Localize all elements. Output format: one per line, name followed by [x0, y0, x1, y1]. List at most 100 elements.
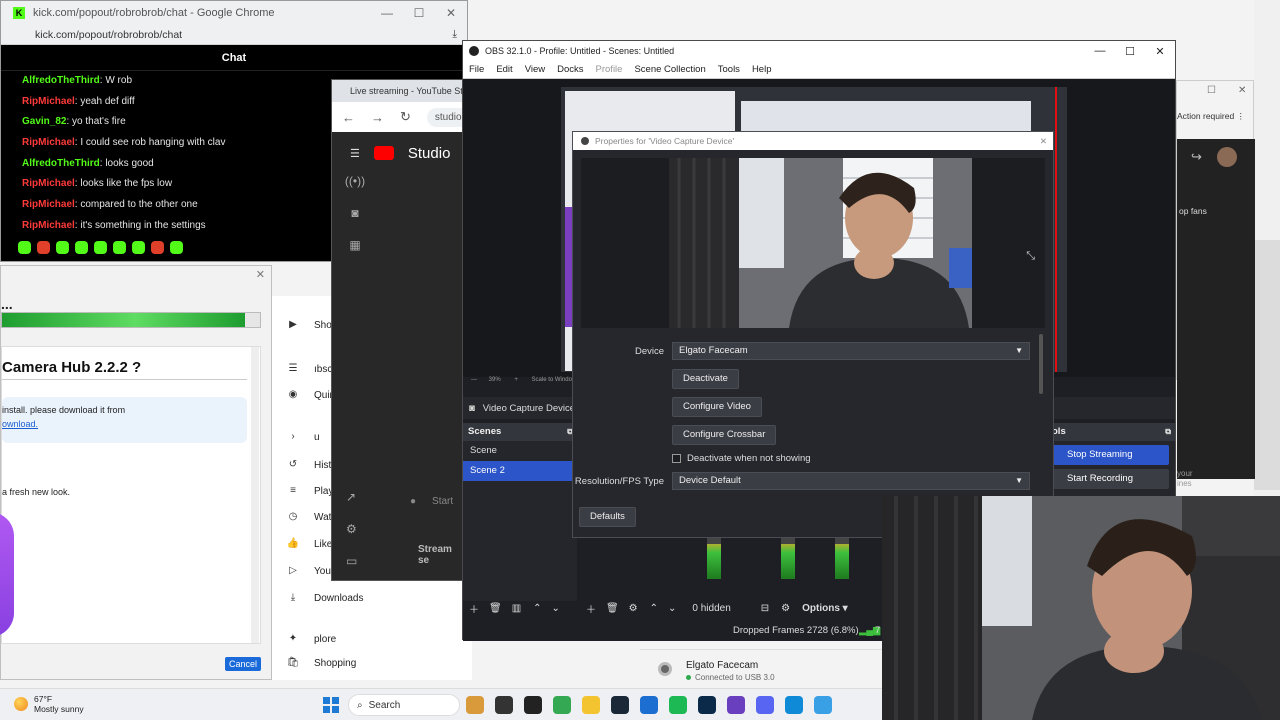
menu-item-edit[interactable]: Edit — [496, 64, 512, 75]
kick-address-bar[interactable]: kick.com/popout/robrobrob/chat ⤓ — [1, 25, 467, 45]
share-icon[interactable]: ↗ — [346, 490, 356, 504]
menu-item-tools[interactable]: Tools — [718, 64, 740, 75]
scene-item[interactable]: Scene — [463, 441, 577, 461]
app-grid-icon[interactable] — [727, 696, 745, 714]
photos-icon[interactable] — [814, 696, 832, 714]
move-up-icon[interactable]: ⌃ — [650, 603, 658, 614]
download-icon[interactable]: ⤓ — [452, 28, 457, 41]
move-up-icon[interactable]: ⌃ — [533, 603, 541, 614]
obs-icon[interactable] — [524, 696, 542, 714]
menu-item[interactable]: ↺ Histo — [286, 458, 337, 472]
menu-item[interactable]: ▶ Shor — [286, 318, 335, 332]
menu-item-docks[interactable]: Docks — [557, 64, 583, 75]
edge-dev-icon[interactable] — [640, 696, 658, 714]
close-button[interactable]: ✕ — [435, 6, 467, 20]
emote-icon[interactable] — [56, 240, 69, 254]
menu-item[interactable]: ▷ You — [286, 564, 331, 578]
feedback-icon[interactable]: ▭ — [346, 554, 357, 568]
checkbox[interactable] — [672, 454, 681, 463]
zoom-out-icon[interactable]: — — [471, 377, 477, 383]
folder-icon[interactable] — [582, 696, 600, 714]
emote-icon[interactable] — [113, 240, 126, 254]
emote-icon[interactable] — [37, 240, 50, 254]
chat-username[interactable]: AlfredoTheThird — [22, 158, 100, 169]
add-source-icon[interactable]: ＋ — [586, 601, 596, 616]
taskbar-search[interactable]: ⌕ Search — [348, 694, 460, 716]
menu-item-profile[interactable]: Profile — [596, 64, 623, 75]
chat-username[interactable]: AlfredoTheThird — [22, 75, 100, 86]
forward-icon[interactable]: → — [371, 110, 384, 125]
weather-widget[interactable]: 67°F Mostly sunny — [14, 694, 84, 714]
emote-icon[interactable] — [94, 240, 107, 254]
menu-item-view[interactable]: View — [525, 64, 545, 75]
chat-username[interactable]: RipMichael — [22, 220, 75, 231]
properties-scrollbar[interactable] — [1039, 334, 1043, 394]
resolution-select[interactable]: Device Default ▼ — [672, 472, 1030, 490]
deactivate-button[interactable]: Deactivate — [672, 369, 739, 389]
zoom-level[interactable]: 39% — [489, 377, 501, 383]
steam-icon[interactable] — [611, 696, 629, 714]
youtube-tab[interactable]: Live streaming - YouTube Stu — [332, 80, 465, 102]
maximize-button[interactable]: ☐ — [1115, 45, 1145, 58]
move-down-icon[interactable]: ⌄ — [668, 603, 676, 614]
camera-icon[interactable]: ◙ — [332, 206, 378, 238]
minimize-button[interactable]: — — [1085, 45, 1115, 58]
options-button[interactable]: Options ▾ — [802, 603, 848, 614]
maximize-button[interactable]: ☐ — [403, 6, 435, 20]
action-required[interactable]: Action required ⋮ — [1177, 111, 1245, 122]
more-icon[interactable]: ⋮ — [1237, 111, 1246, 121]
emote-icon[interactable] — [132, 240, 145, 254]
emote-icon[interactable] — [18, 240, 31, 254]
zoom-in-icon[interactable]: + — [514, 377, 518, 383]
youtube-url[interactable]: studio — [426, 107, 465, 127]
discord-icon[interactable] — [756, 696, 774, 714]
terminal-icon[interactable] — [495, 696, 513, 714]
spotify-icon[interactable] — [669, 696, 687, 714]
configure-crossbar-button[interactable]: Configure Crossbar — [672, 425, 777, 445]
chat-username[interactable]: RipMichael — [22, 199, 75, 210]
chrome-icon[interactable] — [553, 696, 571, 714]
scene-item[interactable]: Scene 2 — [463, 461, 577, 481]
device-select[interactable]: Elgato Facecam ▼ — [672, 342, 1030, 360]
deactivate-when-not-showing-checkbox[interactable]: Deactivate when not showing — [672, 453, 811, 464]
menu-item[interactable]: ◷ Wat — [286, 510, 332, 524]
installer-download-link[interactable]: ownload. — [2, 419, 38, 429]
undock-icon[interactable]: ⧉ — [1165, 423, 1171, 441]
paint-icon[interactable] — [466, 696, 484, 714]
emote-icon[interactable] — [151, 240, 164, 254]
stop-streaming-button[interactable]: Stop Streaming — [1053, 445, 1169, 465]
selection-outline[interactable] — [1055, 87, 1067, 372]
hamburger-icon[interactable]: ☰ — [350, 147, 360, 160]
mixer-settings-icon[interactable]: ⚙ — [781, 603, 790, 614]
calendar-icon[interactable]: ▦ — [332, 238, 378, 270]
resize-icon[interactable]: ⤡ — [1026, 250, 1035, 263]
source-settings-icon[interactable]: ⚙ — [629, 603, 638, 614]
installer-close-icon[interactable]: ✕ — [256, 268, 265, 281]
menu-item[interactable]: ✦ plore — [286, 632, 336, 646]
close-button[interactable]: ✕ — [1145, 45, 1175, 58]
start-stream-row[interactable]: ● Start — [410, 496, 453, 507]
add-scene-icon[interactable]: ＋ — [469, 601, 479, 616]
chat-username[interactable]: Gavin_82 — [22, 116, 66, 127]
menu-item-help[interactable]: Help — [752, 64, 772, 75]
remove-source-icon[interactable]: 🗑 — [606, 603, 619, 614]
remove-scene-icon[interactable]: 🗑 — [489, 603, 502, 614]
menu-item[interactable]: ◉ Quin — [286, 388, 336, 402]
avatar[interactable] — [1217, 147, 1237, 167]
close-icon[interactable]: ✕ — [1040, 136, 1047, 147]
layout-icon[interactable]: ⊟ — [761, 603, 769, 614]
edge-icon[interactable] — [785, 696, 803, 714]
share-arrow-icon[interactable]: ↪ — [1191, 149, 1202, 165]
filter-icon[interactable]: ▥ — [512, 603, 521, 614]
start-recording-button[interactable]: Start Recording — [1053, 469, 1169, 489]
reload-icon[interactable]: ↻ — [400, 109, 411, 125]
emote-icon[interactable] — [170, 240, 183, 254]
installer-scrollbar[interactable] — [251, 347, 259, 643]
close-button[interactable]: ✕ — [1238, 85, 1246, 96]
menu-item[interactable]: ⤓ Downloads — [286, 591, 364, 605]
menu-item-file[interactable]: File — [469, 64, 484, 75]
start-button[interactable] — [323, 697, 339, 713]
emote-icon[interactable] — [75, 240, 88, 254]
menu-item[interactable]: › u — [286, 430, 319, 444]
menu-item[interactable]: 👍 Like — [286, 537, 333, 551]
